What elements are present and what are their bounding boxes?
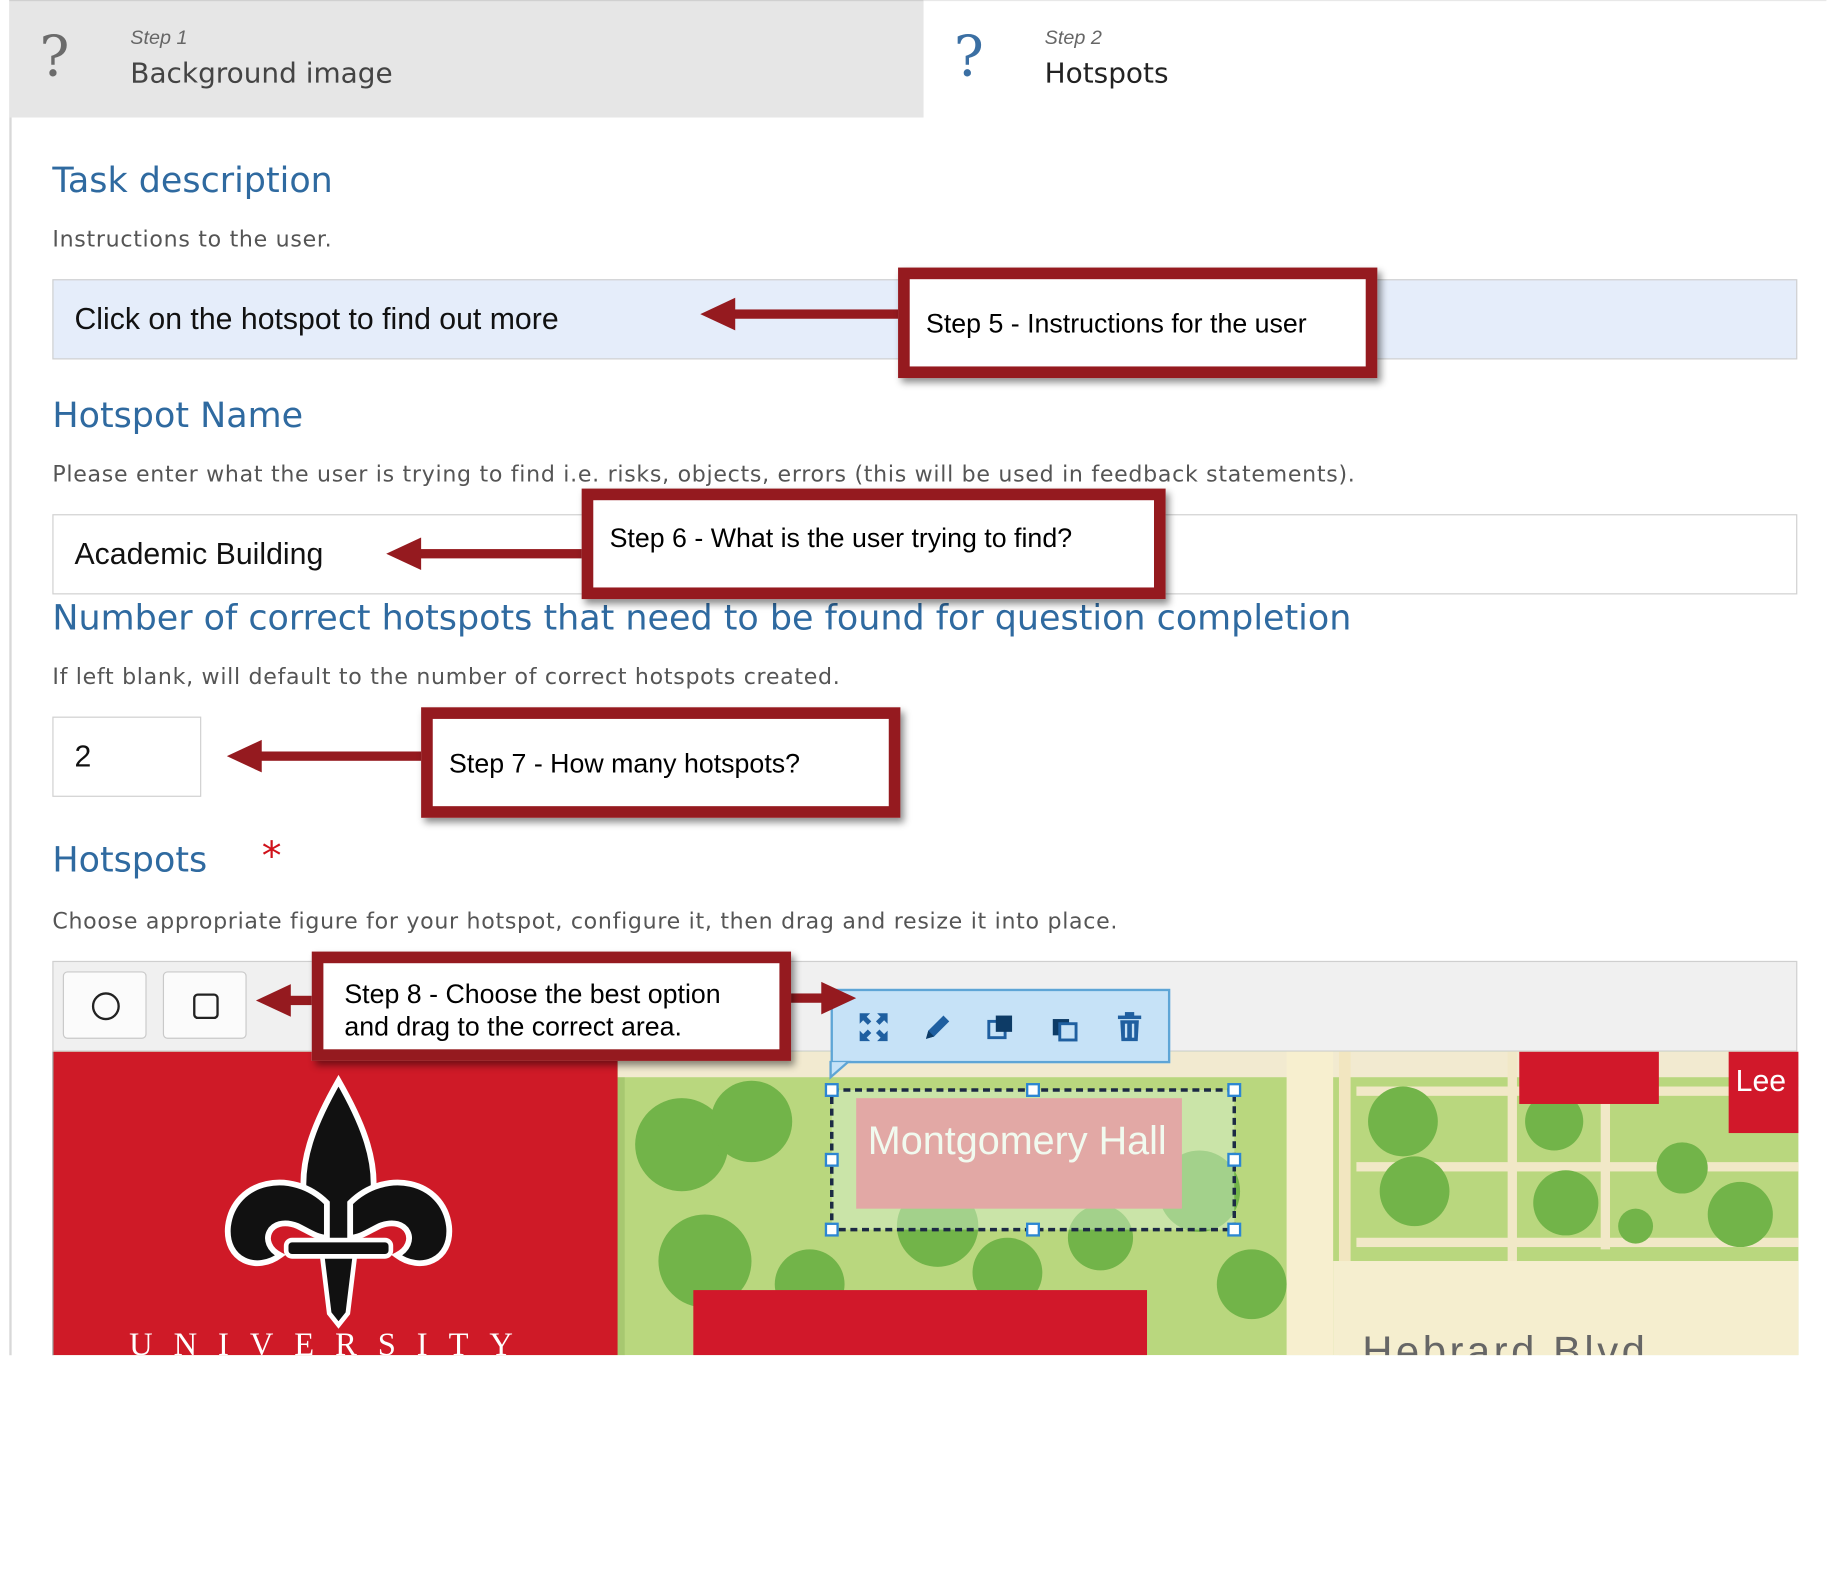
rectangle-tool-button[interactable]: [162, 971, 247, 1039]
hotspot-actions-bar: [830, 988, 1171, 1064]
hotspots-heading: Hotspots *: [52, 833, 281, 881]
step7-arrow: [226, 739, 429, 773]
hotspots-help: Choose appropriate figure for your hotsp…: [52, 908, 1119, 935]
circle-tool-icon: [91, 992, 120, 1021]
required-mark: *: [261, 832, 282, 880]
step-number: Step 2: [1044, 26, 1102, 49]
correct-count-heading: Number of correct hotspots that need to …: [52, 597, 1352, 639]
correct-count-input[interactable]: 2: [52, 716, 202, 797]
question-icon: ?: [953, 24, 984, 90]
task-description-heading: Task description: [52, 160, 333, 202]
hotspot-rectangle: [824, 1083, 1242, 1237]
step6-callout: Step 6 - What is the user trying to find…: [581, 488, 1166, 600]
left-border: [9, 0, 12, 1356]
step5-callout: Step 5 - Instructions for the user: [898, 267, 1378, 379]
step8-callout-line2: and drag to the correct area.: [344, 1010, 682, 1042]
step-number: Step 1: [130, 26, 188, 49]
lee-label: Lee: [1736, 1065, 1786, 1098]
university-label: UNIVERSITY: [129, 1327, 534, 1355]
background-image[interactable]: UNIVERSITY Mon: [52, 1051, 1799, 1356]
move-icon[interactable]: [856, 1010, 891, 1045]
street-label: Hebrard Blvd: [1362, 1328, 1648, 1356]
tab-step-2[interactable]: ? Step 2 Hotspots: [923, 0, 1827, 118]
send-back-icon[interactable]: [1048, 1010, 1083, 1045]
step8-callout: Step 8 - Choose the best option and drag…: [311, 951, 792, 1061]
step-title: Background image: [130, 57, 393, 90]
step-title: Hotspots: [1044, 57, 1169, 90]
hotspot-editor: ? Step 1 Background image ? Step 2 Hotsp…: [0, 0, 1827, 1576]
hotspot-name-heading: Hotspot Name: [52, 395, 304, 437]
correct-count-help: If left blank, will default to the numbe…: [52, 664, 841, 690]
rectangle-tool-icon: [193, 993, 219, 1020]
bring-front-icon[interactable]: [984, 1010, 1019, 1045]
task-description-help: Instructions to the user.: [52, 226, 333, 253]
step7-callout: Step 7 - How many hotspots?: [421, 707, 901, 818]
step5-arrow: [700, 297, 908, 331]
tab-step-1[interactable]: ? Step 1 Background image: [9, 0, 924, 118]
delete-icon[interactable]: [1112, 1010, 1147, 1045]
hotspots-heading-text: Hotspots: [52, 839, 208, 881]
hotspot-name-help: Please enter what the user is trying to …: [52, 461, 1356, 488]
popup-pointer: [829, 1060, 851, 1080]
step8-right-arrow: [786, 981, 857, 1015]
question-icon: ?: [39, 24, 70, 90]
circle-tool-button[interactable]: [62, 971, 147, 1039]
step6-arrow: [386, 537, 588, 571]
step8-left-arrow: [255, 984, 319, 1017]
campus-map: UNIVERSITY Mon: [53, 1051, 1799, 1356]
step-tabs: ? Step 1 Background image ? Step 2 Hotsp…: [9, 0, 1827, 118]
step8-callout-line1: Step 8 - Choose the best option: [344, 978, 721, 1009]
edit-icon[interactable]: [920, 1010, 955, 1045]
